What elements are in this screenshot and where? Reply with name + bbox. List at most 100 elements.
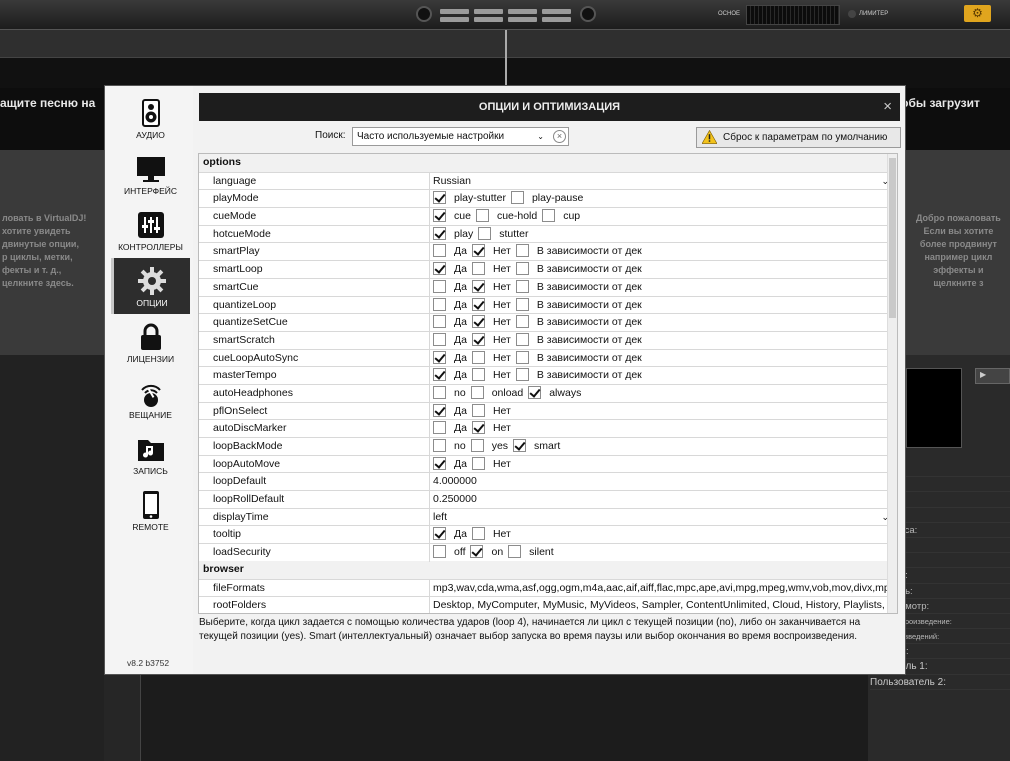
option-choice[interactable]: Да [433, 261, 467, 279]
option-choice[interactable]: onload [470, 385, 523, 403]
checkbox[interactable] [528, 385, 542, 399]
sidebar-item-опции[interactable]: ОПЦИИ [111, 258, 190, 314]
option-value[interactable]: Да Нет В зависимости от дек [429, 331, 897, 350]
checkbox[interactable] [471, 297, 485, 311]
close-icon[interactable]: × [883, 93, 892, 121]
layout-button-3[interactable] [508, 9, 537, 14]
checkbox[interactable] [515, 297, 529, 311]
sidebar-item-интерфейс[interactable]: ИНТЕРФЕЙС [111, 146, 190, 202]
option-choice[interactable]: no [433, 385, 466, 403]
checkbox[interactable] [433, 545, 446, 559]
checkbox[interactable] [515, 350, 529, 364]
settings-button[interactable]: ⚙ [964, 5, 991, 22]
option-choice[interactable]: play-stutter [433, 190, 506, 208]
option-choice[interactable]: Да [433, 350, 467, 368]
option-choice[interactable]: off [433, 544, 465, 562]
option-value[interactable]: Russian ⌄ [429, 172, 897, 191]
option-choice[interactable]: stutter [478, 226, 528, 244]
option-choice[interactable]: cue-hold [475, 208, 537, 226]
option-value[interactable]: Да Нет В зависимости от дек [429, 367, 897, 385]
right-knob[interactable] [580, 6, 596, 22]
sidebar-item-вещание[interactable]: ВЕЩАНИЕ [111, 370, 190, 426]
checkbox[interactable] [510, 191, 524, 205]
option-value[interactable]: Да Нет В зависимости от дек [429, 314, 897, 332]
checkbox[interactable] [470, 385, 484, 399]
option-choice[interactable]: play-pause [510, 190, 583, 208]
sidebar-item-аудио[interactable]: АУДИО [111, 90, 190, 146]
checkbox[interactable] [475, 209, 489, 223]
option-choice[interactable]: on [470, 544, 503, 562]
option-choice[interactable]: Да [433, 403, 467, 421]
checkbox[interactable] [515, 244, 529, 258]
checkbox[interactable] [433, 421, 446, 435]
option-value[interactable]: Да Нет В зависимости от дек [429, 349, 897, 368]
option-choice[interactable]: Да [433, 420, 467, 438]
checkbox[interactable] [515, 279, 529, 293]
option-choice[interactable]: В зависимости от дек [515, 332, 642, 350]
option-choice[interactable]: Нет [471, 279, 511, 297]
checkbox[interactable] [471, 456, 485, 470]
clear-search-icon[interactable]: × [553, 130, 566, 143]
option-choice[interactable]: В зависимости от дек [515, 243, 642, 261]
option-choice[interactable]: В зависимости от дек [515, 314, 642, 332]
play-icon[interactable]: ▶ [980, 370, 986, 379]
checkbox[interactable] [478, 226, 492, 240]
checkbox[interactable] [433, 244, 446, 258]
layout-button-8[interactable] [542, 17, 571, 22]
option-choice[interactable]: Да [433, 526, 467, 544]
checkbox[interactable] [470, 439, 484, 452]
option-value[interactable]: Да Нет [429, 402, 897, 421]
option-value[interactable]: 0.250000 [429, 491, 897, 509]
checkbox[interactable] [433, 209, 446, 223]
option-choice[interactable]: always [528, 385, 581, 403]
option-choice[interactable]: В зависимости от дек [515, 367, 642, 385]
left-knob[interactable] [416, 6, 432, 22]
option-choice[interactable]: Да [433, 332, 467, 350]
option-value[interactable]: no onload always [429, 384, 897, 403]
reset-defaults-button[interactable]: Сброс к параметрам по умолчанию [696, 127, 901, 148]
checkbox[interactable] [433, 315, 446, 329]
option-choice[interactable]: Да [433, 314, 467, 332]
option-value[interactable]: cue cue-hold cup [429, 208, 897, 226]
option-choice[interactable]: Нет [471, 526, 511, 544]
option-choice[interactable]: play [433, 226, 473, 244]
option-choice[interactable]: smart [513, 438, 560, 456]
checkbox[interactable] [433, 403, 446, 417]
option-value[interactable]: Да Нет [429, 526, 897, 545]
option-choice[interactable]: Нет [471, 456, 511, 474]
option-choice[interactable]: Да [433, 297, 467, 315]
checkbox[interactable] [433, 368, 446, 382]
checkbox[interactable] [433, 456, 446, 470]
option-choice[interactable]: Нет [471, 314, 511, 332]
checkbox[interactable] [471, 279, 485, 293]
option-value[interactable]: Да Нет В зависимости от дек [429, 278, 897, 297]
checkbox[interactable] [433, 439, 446, 452]
layout-button-6[interactable] [474, 17, 503, 22]
checkbox[interactable] [433, 191, 446, 205]
checkbox[interactable] [471, 527, 485, 541]
option-choice[interactable]: Нет [471, 350, 511, 368]
checkbox[interactable] [433, 226, 446, 240]
option-choice[interactable]: no [433, 438, 466, 456]
checkbox[interactable] [471, 350, 485, 364]
checkbox[interactable] [471, 421, 485, 435]
checkbox[interactable] [433, 527, 446, 541]
option-value[interactable]: play-stutter play-pause [429, 190, 897, 209]
scrollbar-thumb[interactable] [889, 158, 896, 318]
option-choice[interactable]: Нет [471, 332, 511, 350]
checkbox[interactable] [515, 262, 529, 276]
layout-button-4[interactable] [542, 9, 571, 14]
option-value[interactable]: Да Нет В зависимости от дек [429, 261, 897, 279]
option-choice[interactable]: Да [433, 367, 467, 385]
sidebar-item-лицензии[interactable]: ЛИЦЕНЗИИ [111, 314, 190, 370]
checkbox[interactable] [471, 368, 485, 382]
option-value[interactable]: Desktop, MyComputer, MyMusic, MyVideos, … [429, 597, 897, 613]
option-choice[interactable]: В зависимости от дек [515, 261, 642, 279]
sidebar-item-контроллеры[interactable]: КОНТРОЛЛЕРЫ [111, 202, 190, 258]
layout-button-1[interactable] [440, 9, 469, 14]
checkbox[interactable] [470, 545, 484, 559]
option-choice[interactable]: Нет [471, 297, 511, 315]
option-choice[interactable]: В зависимости от дек [515, 297, 642, 315]
checkbox[interactable] [508, 545, 522, 559]
option-value[interactable]: Да Нет В зависимости от дек [429, 296, 897, 315]
